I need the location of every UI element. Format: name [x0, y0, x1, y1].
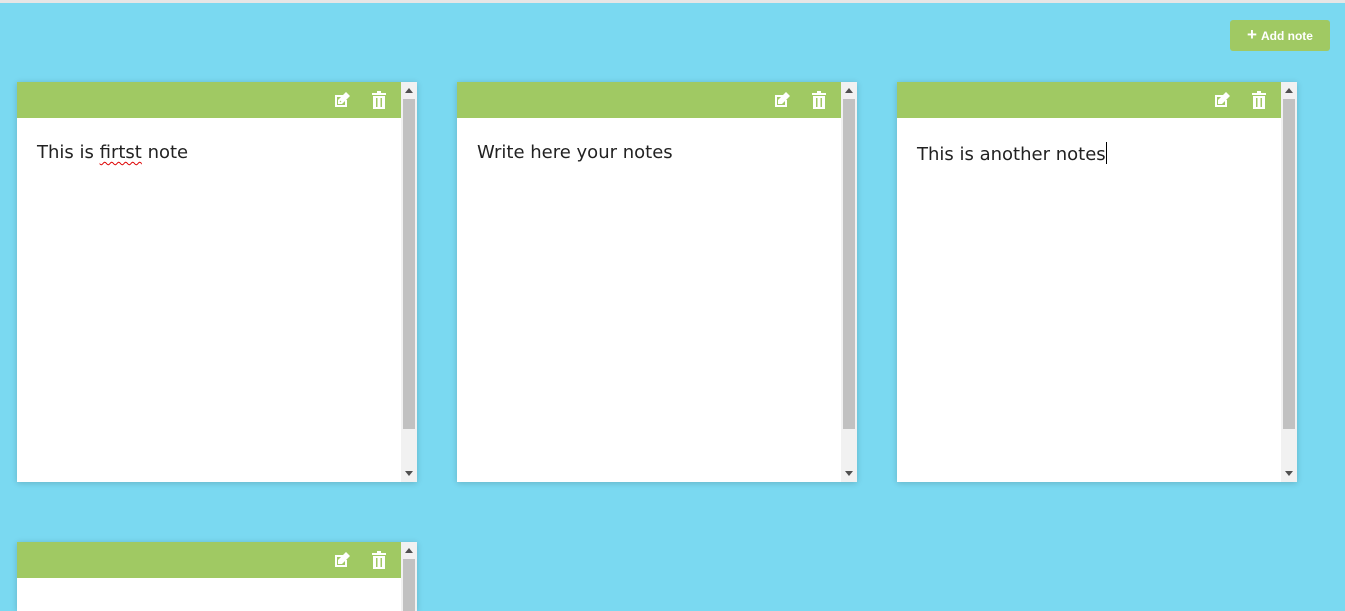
- note-header: [17, 82, 401, 118]
- scroll-up-arrow-icon[interactable]: [405, 548, 413, 553]
- trash-icon[interactable]: [810, 91, 828, 109]
- scroll-down-arrow-icon[interactable]: [1285, 471, 1293, 476]
- edit-icon[interactable]: [773, 91, 791, 109]
- scroll-thumb[interactable]: [1283, 99, 1295, 429]
- plus-icon: +: [1247, 25, 1257, 44]
- note-textarea[interactable]: Write here your notes: [477, 142, 827, 163]
- note-header: [17, 542, 401, 578]
- scroll-up-arrow-icon[interactable]: [845, 88, 853, 93]
- scroll-down-arrow-icon[interactable]: [845, 471, 853, 476]
- note-scrollbar[interactable]: [841, 82, 857, 482]
- note-scrollbar[interactable]: [401, 82, 417, 482]
- trash-icon[interactable]: [370, 551, 388, 569]
- note-card: [17, 542, 417, 611]
- add-note-label: Add note: [1260, 28, 1313, 43]
- scroll-thumb[interactable]: [843, 99, 855, 429]
- add-note-button[interactable]: + Add note: [1230, 20, 1330, 51]
- note-header: [457, 82, 841, 118]
- edit-icon[interactable]: [333, 551, 351, 569]
- scroll-up-arrow-icon[interactable]: [1285, 88, 1293, 93]
- text-cursor: [1105, 142, 1107, 164]
- scroll-thumb[interactable]: [403, 559, 415, 611]
- note-card: This is another notes: [897, 82, 1297, 482]
- note-scrollbar[interactable]: [1281, 82, 1297, 482]
- note-card: This is firtst note: [17, 82, 417, 482]
- note-textarea[interactable]: This is another notes: [917, 142, 1267, 165]
- top-border: [0, 0, 1345, 3]
- trash-icon[interactable]: [370, 91, 388, 109]
- note-textarea[interactable]: This is firtst note: [37, 142, 387, 163]
- scroll-down-arrow-icon[interactable]: [405, 471, 413, 476]
- scroll-up-arrow-icon[interactable]: [405, 88, 413, 93]
- edit-icon[interactable]: [1213, 91, 1231, 109]
- note-scrollbar[interactable]: [401, 542, 417, 611]
- trash-icon[interactable]: [1250, 91, 1268, 109]
- note-header: [897, 82, 1281, 118]
- note-card: Write here your notes: [457, 82, 857, 482]
- edit-icon[interactable]: [333, 91, 351, 109]
- scroll-thumb[interactable]: [403, 99, 415, 429]
